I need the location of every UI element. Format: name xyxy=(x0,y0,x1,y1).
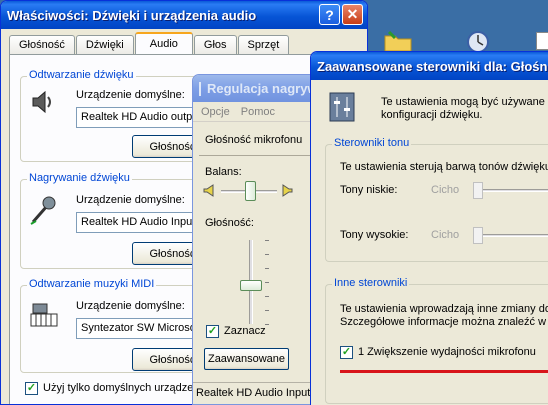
tone-group: Sterowniki tonu Te ustawienia sterują ba… xyxy=(325,137,548,262)
mic-boost-checkbox[interactable]: ✓ xyxy=(340,346,353,359)
microphone-icon xyxy=(29,194,57,229)
balance-slider[interactable] xyxy=(245,181,256,201)
tone-description: Te ustawienia sterują barwą tonów dźwięk… xyxy=(340,161,548,173)
device-label: Urządzenie domyślne: xyxy=(76,300,185,312)
volume-tick xyxy=(265,310,269,311)
balance-label: Balans: xyxy=(205,166,242,178)
bass-slider[interactable] xyxy=(473,182,483,199)
question-icon: ? xyxy=(325,6,334,23)
highlight-underline xyxy=(340,370,548,373)
volume-tick xyxy=(265,254,269,255)
volume-slider[interactable] xyxy=(240,280,262,292)
speaker-icon xyxy=(29,89,55,118)
device-label: Urządzenie domyślne: xyxy=(76,89,185,101)
advanced-button[interactable]: Zaawansowane xyxy=(204,348,289,370)
mute-label: Zaznacz xyxy=(224,325,266,337)
volume-app-icon xyxy=(199,81,201,96)
default-only-label: Użyj tylko domyślnych urządzeń xyxy=(43,382,200,394)
group-legend: Sterowniki tonu xyxy=(332,137,412,149)
close-icon: ✕ xyxy=(346,6,359,22)
tab-sounds[interactable]: Dźwięki xyxy=(75,35,134,54)
mixer-icon xyxy=(329,92,355,125)
treble-low-label: Cicho xyxy=(431,229,460,241)
tab-strip: Głośność Dźwięki Audio Głos Sprzęt xyxy=(9,32,290,54)
desktop: Właściwości: Dźwięki i urządzenia audio … xyxy=(0,0,548,405)
volume-tick xyxy=(265,324,269,325)
default-only-checkbox[interactable]: ✓ xyxy=(25,382,38,395)
volume-tick xyxy=(265,268,269,269)
other-controls-group: Inne sterowniki Te ustawienia wprowadzaj… xyxy=(325,277,548,404)
window-title: Zaawansowane sterowniki dla: Głośność mi… xyxy=(317,58,548,74)
channel-name: Głośność mikrofonu xyxy=(205,134,303,146)
tab-volume[interactable]: Głośność xyxy=(9,35,75,54)
tab-label: Głos xyxy=(203,39,227,51)
treble-track xyxy=(474,234,548,237)
tab-label: Audio xyxy=(149,38,178,50)
tab-hardware[interactable]: Sprzęt xyxy=(237,35,290,54)
tab-label: Dźwięki xyxy=(85,39,124,51)
left-speaker-icon xyxy=(203,183,215,200)
help-button[interactable]: ? xyxy=(319,4,340,25)
bass-low-label: Cicho xyxy=(431,184,460,196)
other-description-line-2: Szczegółowe informacje można znaleźć w d… xyxy=(340,316,548,328)
window-title: Właściwości: Dźwięki i urządzenia audio xyxy=(7,7,257,23)
volume-tick xyxy=(265,282,269,283)
group-legend: Nagrywanie dźwięku xyxy=(27,172,132,184)
group-legend: Odtwarzanie dźwięku xyxy=(27,69,136,81)
bass-track xyxy=(474,189,548,192)
other-description-line-1: Te ustawienia wprowadzają inne zmiany do… xyxy=(340,303,548,315)
mute-checkbox[interactable]: ✓ xyxy=(206,325,219,338)
group-legend: Odtwarzanie muzyki MIDI xyxy=(27,278,157,290)
volume-tick xyxy=(265,240,269,241)
close-button[interactable]: ✕ xyxy=(342,4,363,25)
right-speaker-icon xyxy=(281,183,293,200)
advanced-controls-window: Zaawansowane sterowniki dla: Głośność mi… xyxy=(310,51,548,405)
intro-text-line-1: Te ustawienia mogą być używane do wprowa… xyxy=(381,96,548,108)
intro-text-line-2: konfiguracji dźwięku. xyxy=(381,109,483,121)
volume-label: Głośność: xyxy=(205,217,254,229)
advanced-titlebar[interactable]: Zaawansowane sterowniki dla: Głośność mi… xyxy=(311,52,548,80)
document-icon[interactable] xyxy=(536,32,548,50)
device-label: Urządzenie domyślne: xyxy=(76,194,185,206)
tab-label: Głośność xyxy=(19,39,65,51)
midi-keyboard-icon xyxy=(29,300,59,333)
treble-label: Tony wysokie: xyxy=(340,229,409,241)
mic-boost-label: 1 Zwiększenie wydajności mikrofonu xyxy=(358,346,536,358)
group-legend: Inne sterowniki xyxy=(332,277,410,289)
bass-label: Tony niskie: xyxy=(340,184,398,196)
main-titlebar[interactable]: Właściwości: Dźwięki i urządzenia audio xyxy=(1,1,367,29)
tab-audio[interactable]: Audio xyxy=(134,32,193,54)
tab-voice[interactable]: Głos xyxy=(193,35,237,54)
treble-slider[interactable] xyxy=(473,227,483,244)
volume-tick xyxy=(265,296,269,297)
menu-options[interactable]: Opcje xyxy=(201,106,230,118)
tab-label: Sprzęt xyxy=(247,39,280,51)
menu-help[interactable]: Pomoc xyxy=(241,106,275,118)
